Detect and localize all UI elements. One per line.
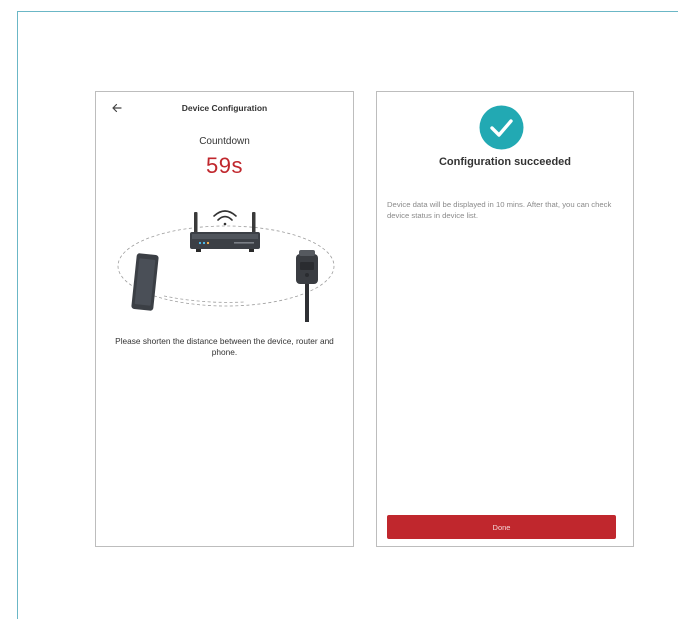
frame-line-top bbox=[17, 11, 678, 12]
connection-illustration bbox=[117, 210, 335, 322]
wifi-icon bbox=[213, 210, 237, 226]
success-title: Configuration succeeded bbox=[438, 156, 572, 168]
router-icon bbox=[190, 212, 260, 252]
distance-hint: Please shorten the distance between the … bbox=[115, 336, 334, 357]
countdown-label: Countdown bbox=[199, 136, 250, 147]
check-circle-icon bbox=[479, 105, 524, 150]
device-configuration-screen: Device Configuration Countdown 59s Pleas… bbox=[95, 91, 354, 547]
done-button[interactable]: Done bbox=[387, 515, 616, 539]
countdown-value: 59s bbox=[206, 153, 243, 178]
smartphone-icon bbox=[131, 253, 159, 311]
page-title: Device Configuration bbox=[181, 103, 268, 113]
success-description: Device data will be displayed in 10 mins… bbox=[387, 200, 612, 220]
configuration-success-screen: Configuration succeeded Device data will… bbox=[376, 91, 634, 547]
frame-line-left bbox=[17, 11, 18, 619]
device-icon bbox=[296, 250, 318, 322]
